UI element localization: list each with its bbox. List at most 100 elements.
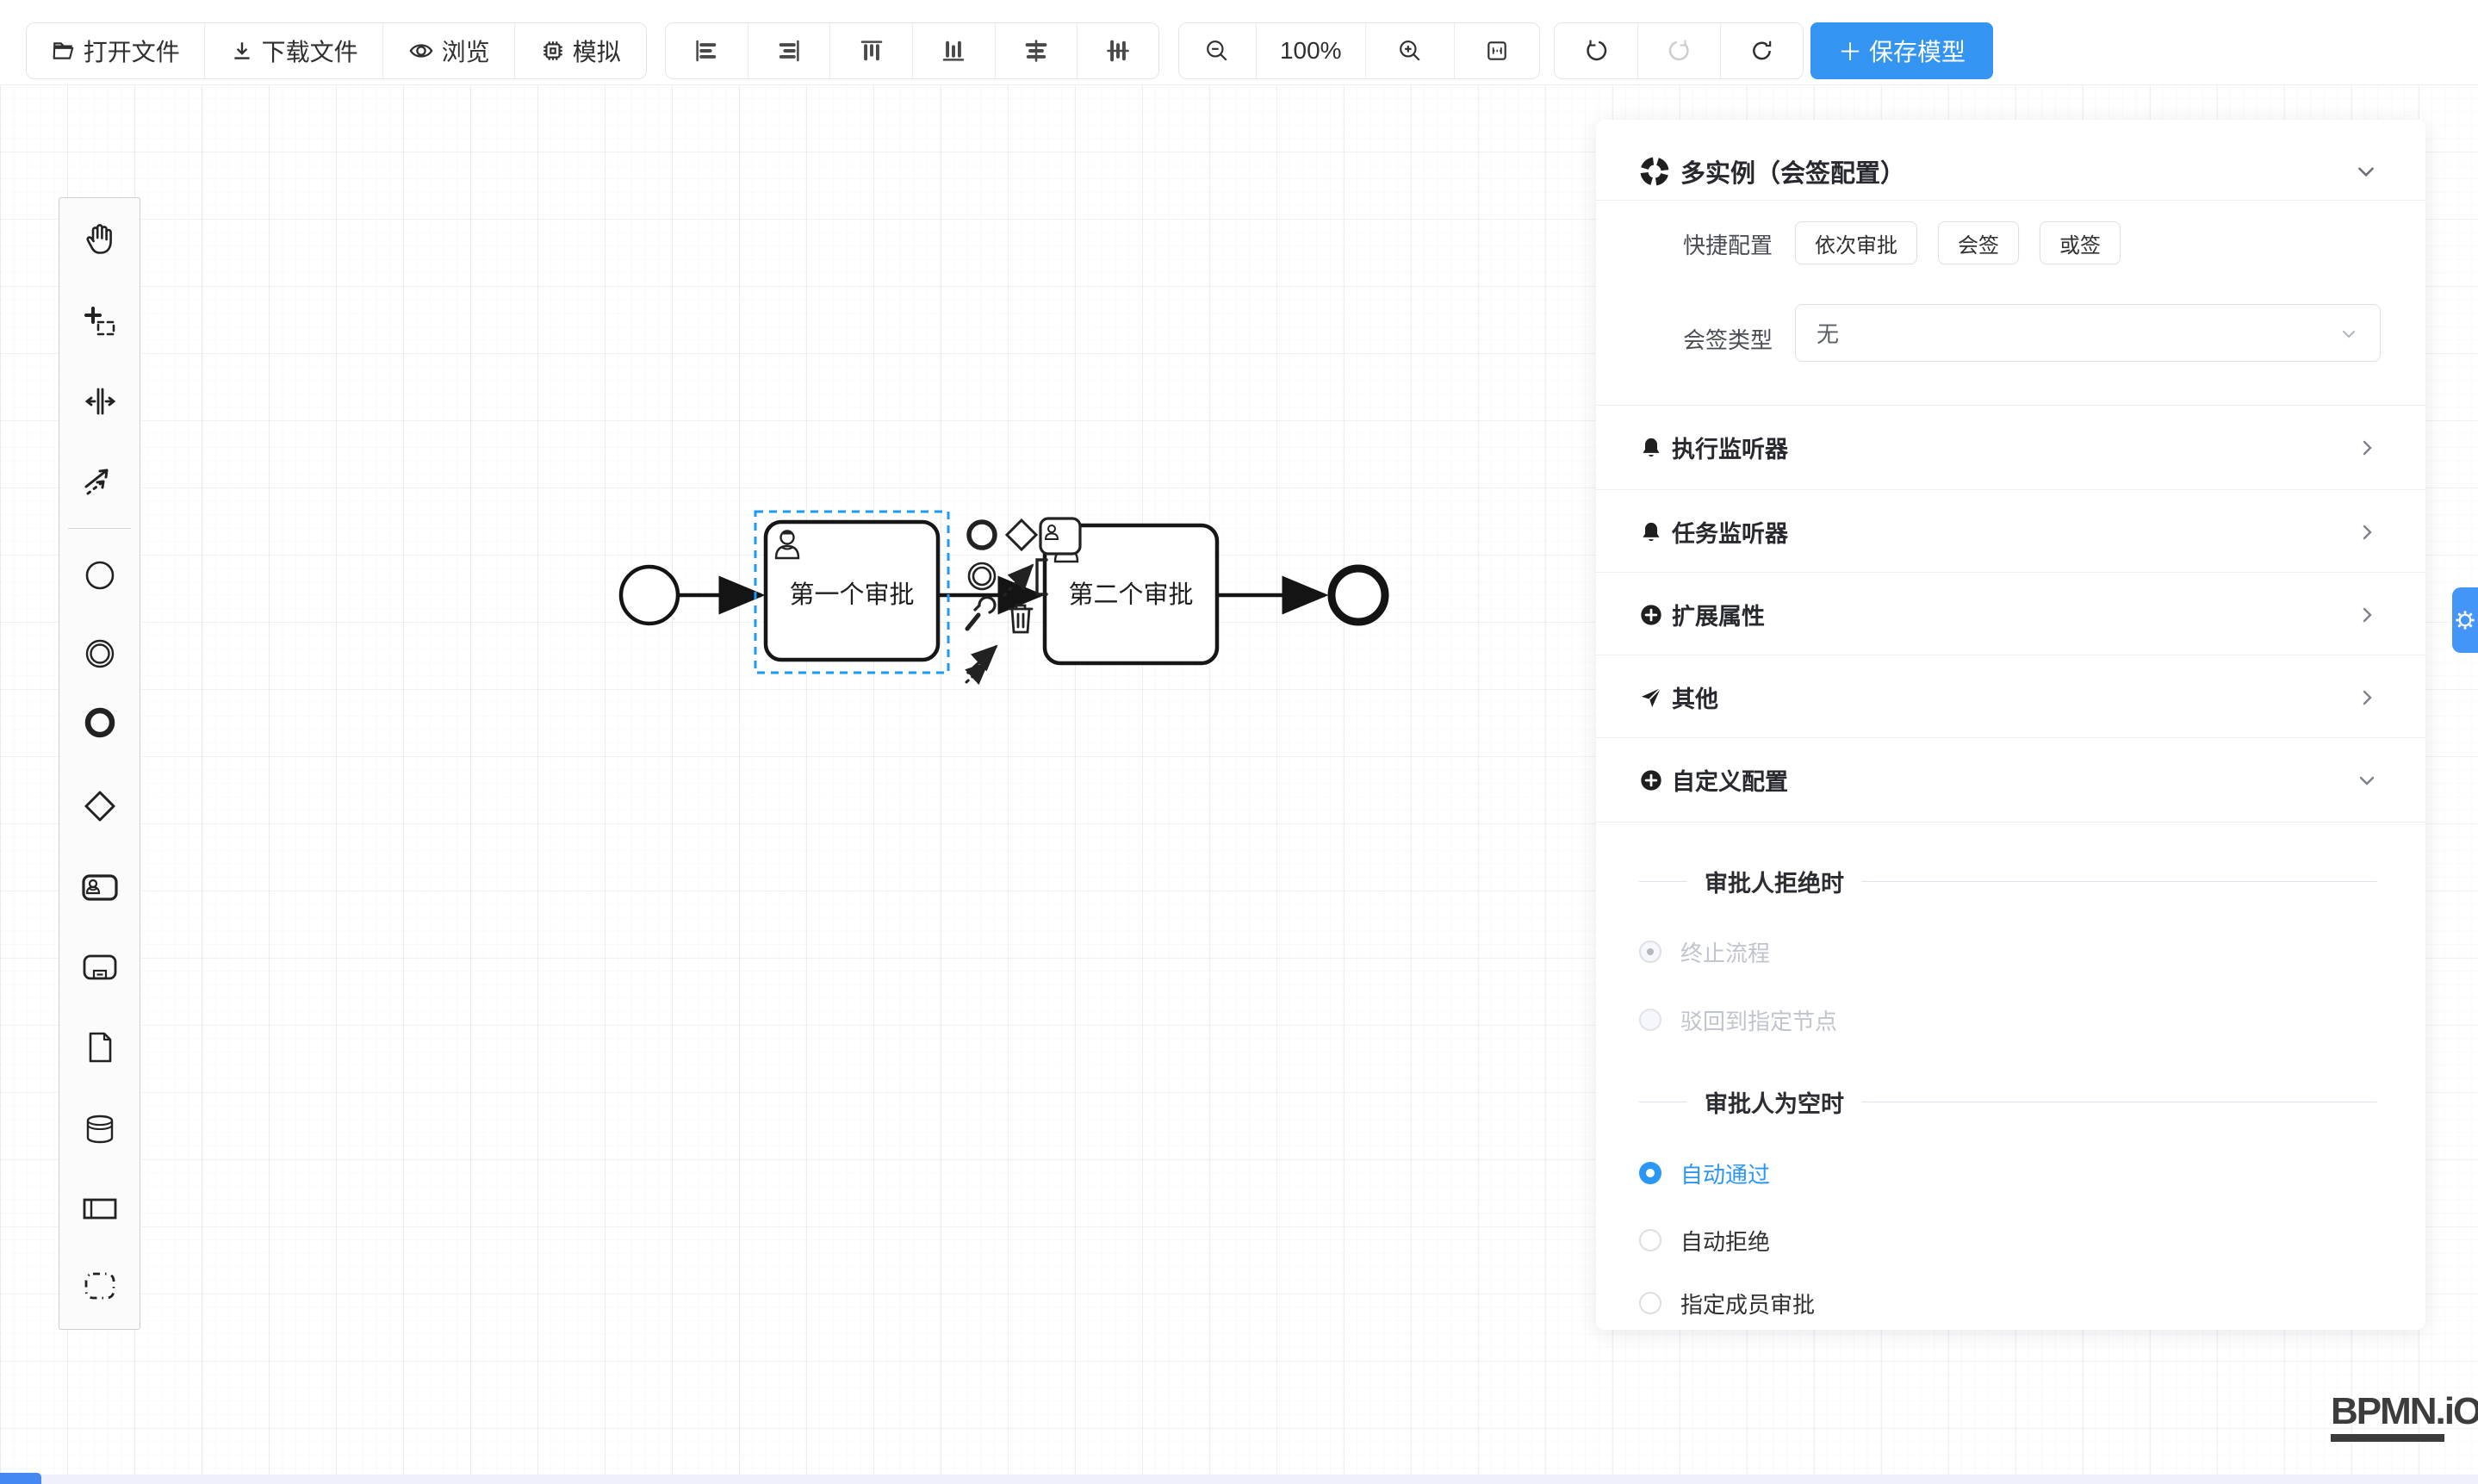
send-icon bbox=[1639, 686, 1663, 710]
hand-tool[interactable] bbox=[81, 220, 119, 258]
save-model-label: 保存模型 bbox=[1869, 34, 1966, 68]
simulate-button[interactable]: 模拟 bbox=[515, 23, 646, 78]
radio-auto-reject[interactable]: 自动拒绝 bbox=[1639, 1216, 1770, 1264]
radio-return-to-node[interactable]: 驳回到指定节点 bbox=[1639, 996, 1837, 1044]
eye-icon bbox=[408, 38, 434, 64]
gear-icon bbox=[2452, 607, 2478, 633]
palette-end-event[interactable] bbox=[81, 704, 119, 742]
section-label: 其他 bbox=[1672, 680, 1718, 714]
radio-auto-pass[interactable]: 自动通过 bbox=[1639, 1149, 1770, 1197]
fit-viewport-button[interactable] bbox=[1455, 23, 1539, 78]
radio-label: 自动拒绝 bbox=[1680, 1225, 1770, 1257]
align-top-button[interactable] bbox=[830, 23, 913, 78]
lasso-tool[interactable] bbox=[81, 303, 119, 341]
undo-button[interactable] bbox=[1555, 23, 1638, 78]
participant-icon bbox=[81, 1189, 119, 1227]
reset-button[interactable] bbox=[1721, 23, 1803, 78]
section-other[interactable]: 其他 bbox=[1596, 655, 2425, 739]
bell-icon bbox=[1639, 520, 1663, 544]
reset-icon bbox=[1750, 39, 1774, 63]
section-execution-listener[interactable]: 执行监听器 bbox=[1596, 406, 2425, 489]
plus-icon: ＋ bbox=[1838, 34, 1862, 68]
empty-group-title: 审批人为空时 bbox=[1639, 1078, 2377, 1125]
palette-intermediate-event[interactable] bbox=[81, 635, 119, 673]
zoom-out-button[interactable] bbox=[1179, 23, 1257, 78]
space-tool[interactable] bbox=[81, 382, 119, 420]
quick-config-orsign-button[interactable]: 或签 bbox=[2040, 221, 2121, 264]
section-extended-properties[interactable]: 扩展属性 bbox=[1596, 573, 2425, 656]
align-middle-button[interactable] bbox=[1078, 23, 1158, 78]
radio-label: 终止流程 bbox=[1680, 936, 1770, 968]
radio-icon bbox=[1639, 1292, 1661, 1314]
zoom-out-icon bbox=[1205, 39, 1229, 63]
download-icon bbox=[230, 39, 254, 63]
preview-button[interactable]: 浏览 bbox=[383, 23, 516, 78]
chevron-right-icon bbox=[2357, 687, 2377, 708]
bpmn-editor-app: 第一个审批 第二个审批 bbox=[0, 0, 2478, 1484]
palette-participant[interactable] bbox=[81, 1189, 119, 1227]
palette-sub-process[interactable] bbox=[81, 948, 119, 986]
quick-config-sequential-button[interactable]: 依次审批 bbox=[1795, 221, 1917, 264]
start-event-icon bbox=[81, 556, 119, 594]
settings-tab[interactable] bbox=[2452, 587, 2478, 653]
panel-header[interactable]: 多实例（会签配置） bbox=[1639, 151, 2377, 192]
chevron-right-icon bbox=[2357, 605, 2377, 625]
align-center-horizontal-icon bbox=[1023, 38, 1049, 64]
zoom-level[interactable]: 100% bbox=[1257, 23, 1366, 78]
radio-terminate-process[interactable]: 终止流程 bbox=[1639, 928, 1770, 976]
palette-start-event[interactable] bbox=[81, 556, 119, 594]
reject-group-title-text: 审批人拒绝时 bbox=[1705, 865, 1844, 898]
chevron-down-icon bbox=[2357, 770, 2377, 791]
align-bottom-button[interactable] bbox=[913, 23, 996, 78]
chevron-right-icon bbox=[2357, 438, 2377, 458]
fit-viewport-icon bbox=[1485, 39, 1509, 63]
end-event-icon bbox=[81, 704, 119, 742]
save-model-button[interactable]: ＋ 保存模型 bbox=[1810, 22, 1993, 79]
palette-user-task[interactable] bbox=[81, 868, 119, 906]
global-connect-tool[interactable] bbox=[81, 461, 119, 499]
palette-gateway[interactable] bbox=[81, 787, 119, 825]
bell-icon bbox=[1639, 436, 1663, 460]
bpmn-io-logo: BPMN.iO bbox=[2331, 1390, 2478, 1442]
align-left-button[interactable] bbox=[666, 23, 748, 78]
zoom-in-button[interactable] bbox=[1366, 23, 1456, 78]
chevron-down-icon bbox=[2338, 323, 2359, 344]
section-custom-config[interactable]: 自定义配置 bbox=[1596, 738, 2425, 822]
sign-type-select[interactable]: 无 bbox=[1795, 304, 2381, 362]
section-label: 任务监听器 bbox=[1672, 515, 1788, 549]
download-file-button[interactable]: 下载文件 bbox=[205, 23, 382, 78]
redo-icon bbox=[1668, 39, 1692, 63]
align-bottom-icon bbox=[941, 38, 966, 64]
section-label: 执行监听器 bbox=[1672, 431, 1788, 464]
align-right-button[interactable] bbox=[748, 23, 831, 78]
bottom-left-chip[interactable] bbox=[0, 1473, 41, 1484]
radio-icon bbox=[1639, 1162, 1661, 1184]
align-top-icon bbox=[859, 38, 885, 64]
chevron-down-icon[interactable] bbox=[2355, 160, 2377, 183]
sign-type-value: 无 bbox=[1817, 317, 1839, 349]
palette-data-store[interactable] bbox=[81, 1110, 119, 1148]
radio-label: 指定成员审批 bbox=[1680, 1288, 1815, 1319]
bottom-scrollbar-track[interactable] bbox=[0, 1475, 2478, 1484]
undo-icon bbox=[1584, 39, 1608, 63]
folder-open-icon bbox=[52, 39, 76, 63]
bpmn-io-logo-text: BPMN.iO bbox=[2331, 1390, 2478, 1433]
sign-type-label: 会签类型 bbox=[1639, 323, 1773, 355]
radio-label: 自动通过 bbox=[1680, 1158, 1770, 1189]
radio-assign-member[interactable]: 指定成员审批 bbox=[1639, 1279, 1815, 1327]
data-store-icon bbox=[81, 1110, 119, 1148]
section-label: 自定义配置 bbox=[1672, 763, 1788, 797]
align-center-button[interactable] bbox=[996, 23, 1078, 78]
lasso-icon bbox=[81, 303, 119, 341]
palette-group[interactable] bbox=[81, 1267, 119, 1305]
redo-button[interactable] bbox=[1638, 23, 1721, 78]
palette-separator bbox=[68, 528, 131, 529]
align-right-icon bbox=[776, 38, 802, 64]
section-task-listener[interactable]: 任务监听器 bbox=[1596, 490, 2425, 574]
open-file-button[interactable]: 打开文件 bbox=[27, 23, 205, 78]
quick-config-countersign-button[interactable]: 会签 bbox=[1938, 221, 2019, 264]
multi-instance-icon bbox=[1639, 156, 1670, 187]
group-icon bbox=[81, 1267, 119, 1305]
data-object-icon bbox=[81, 1028, 119, 1066]
palette-data-object[interactable] bbox=[81, 1028, 119, 1066]
